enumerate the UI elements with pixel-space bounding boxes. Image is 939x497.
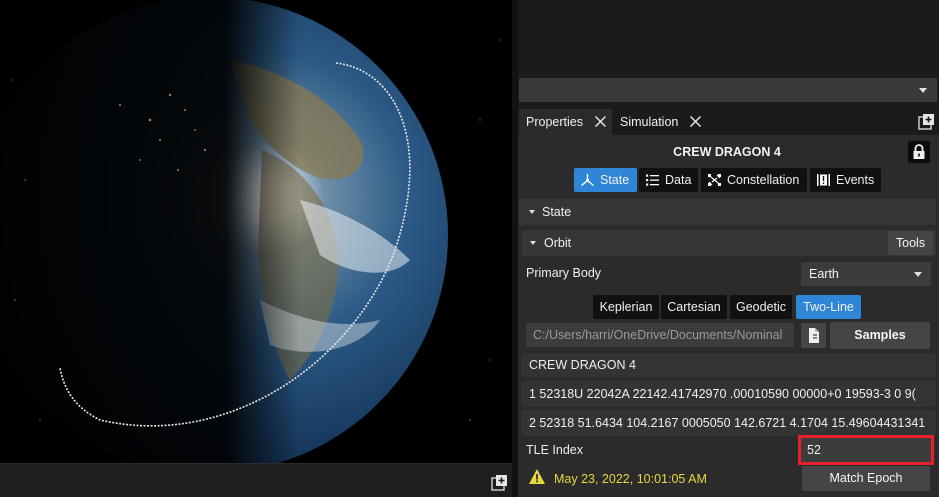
view-tab-events[interactable]: Events (810, 168, 881, 192)
viewport-statusbar (0, 463, 512, 497)
lock-icon (913, 144, 925, 159)
tab-properties-label: Properties (526, 115, 583, 129)
primary-body-value: Earth (809, 267, 839, 281)
chevron-down-icon (919, 88, 927, 93)
epoch-timestamp: May 23, 2022, 10:01:05 AM (554, 472, 707, 486)
state-section-header[interactable]: State (519, 199, 936, 225)
samples-button[interactable]: Samples (830, 322, 930, 349)
view-tab-data-label: Data (665, 173, 692, 187)
earth-scene (0, 0, 501, 463)
object-title: CREW DRAGON 4 (673, 145, 781, 159)
lock-button[interactable] (908, 141, 930, 163)
primary-body-label: Primary Body (526, 266, 602, 280)
axes-icon (581, 174, 594, 187)
tle-index-label: TLE Index (526, 443, 583, 457)
close-icon[interactable] (594, 115, 607, 128)
element-type-cartesian[interactable]: Cartesian (661, 295, 727, 319)
collapse-arrow-icon (530, 241, 536, 245)
view-tab-state[interactable]: State (574, 168, 637, 192)
tle-index-input[interactable]: 52 (798, 435, 934, 465)
3d-viewport[interactable] (0, 0, 512, 497)
tab-simulation[interactable]: Simulation (613, 109, 705, 135)
properties-pane: Properties Simulation CREW DRAGON 4 Stat… (518, 0, 939, 497)
events-icon (817, 174, 830, 186)
element-type-keplerian[interactable]: Keplerian (593, 295, 659, 319)
tools-button[interactable]: Tools (888, 231, 933, 255)
add-view-icon[interactable] (491, 474, 508, 491)
chevron-down-icon (914, 272, 922, 277)
state-section-title: State (542, 205, 572, 219)
tle-line1-field[interactable]: 1 52318U 22042A 22142.41742970 .00010590… (522, 381, 936, 407)
tle-name-field[interactable]: CREW DRAGON 4 (522, 353, 936, 377)
tle-file-path-input[interactable]: C:/Users/harri/OneDrive/Documents/Nomina… (526, 323, 794, 347)
element-type-two-line[interactable]: Two-Line (796, 295, 861, 319)
close-icon[interactable] (689, 115, 702, 128)
orbit-section-header[interactable]: Orbit (522, 230, 936, 256)
warning-icon (529, 469, 545, 484)
tab-simulation-label: Simulation (620, 115, 679, 129)
match-epoch-button[interactable]: Match Epoch (802, 466, 930, 491)
tle-line2-field[interactable]: 2 52318 51.6434 104.2167 0005050 142.672… (522, 410, 936, 436)
add-tab-icon[interactable] (918, 113, 935, 130)
satellites-icon (708, 174, 721, 186)
view-tab-state-label: State (600, 173, 630, 187)
panel-tabbar: Properties Simulation (518, 109, 939, 135)
browse-file-button[interactable] (801, 323, 826, 348)
view-tab-constellation[interactable]: Constellation (701, 168, 807, 192)
collapse-arrow-icon (529, 210, 535, 214)
tab-properties[interactable]: Properties (519, 109, 612, 135)
file-icon (809, 328, 819, 343)
object-selector-dropdown[interactable] (519, 78, 937, 102)
view-tab-constellation-label: Constellation (727, 173, 800, 187)
list-icon (646, 174, 659, 186)
orbit-section-title: Orbit (544, 236, 572, 250)
tle-index-value: 52 (807, 443, 821, 457)
properties-panel: CREW DRAGON 4 State Data Constellation E… (518, 135, 939, 497)
primary-body-dropdown[interactable]: Earth (801, 262, 931, 286)
view-tab-events-label: Events (836, 173, 875, 187)
element-type-geodetic[interactable]: Geodetic (730, 295, 792, 319)
view-tab-data[interactable]: Data (639, 168, 698, 192)
